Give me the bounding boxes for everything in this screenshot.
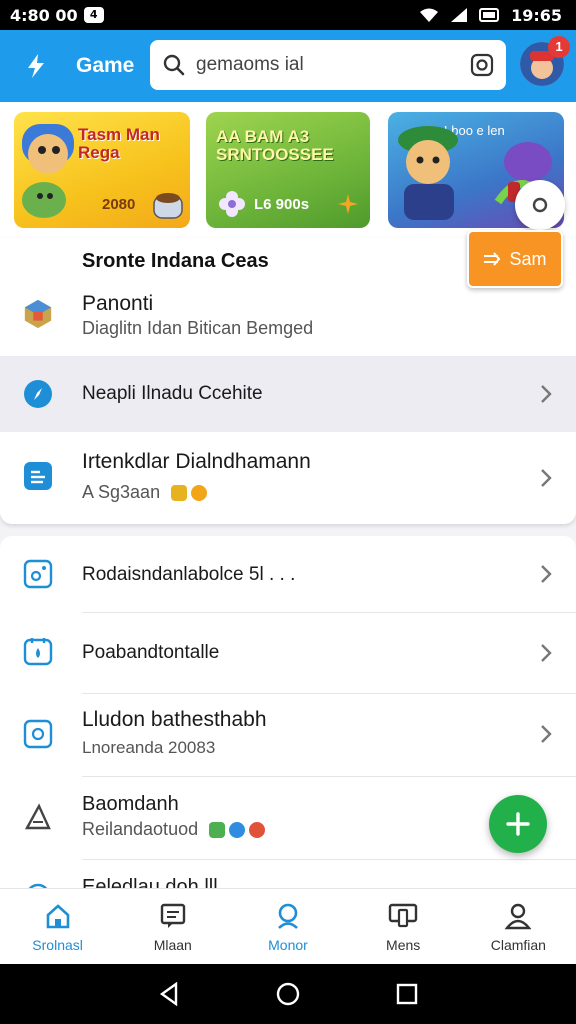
list-item[interactable]: Rodaisndanlabolce 5l . . . [0, 536, 576, 612]
reward-icons [171, 485, 208, 502]
avatar-badge: 1 [548, 36, 570, 58]
green-gem-icon [209, 822, 226, 839]
profile-icon [503, 901, 533, 931]
hero-character-icon [398, 126, 458, 220]
wifi-icon [420, 8, 439, 22]
banner-card[interactable]: Tasm Man Rega 2080 [14, 112, 190, 228]
settings-list-card: Rodaisndanlabolce 5l . . . Poabandtontal… [0, 536, 576, 909]
chevron-right-icon [536, 564, 556, 584]
list-item[interactable]: Lludon bathesthabh Lnoreanda 20083 [0, 694, 576, 776]
chevron-right-icon [536, 468, 556, 488]
badge-frame-icon [22, 718, 54, 750]
flower-icon [219, 191, 245, 217]
signal-icon [451, 8, 468, 22]
nav-label: Clamfian [490, 937, 546, 953]
nav-label: Monor [268, 937, 308, 953]
game-cube-icon [22, 298, 54, 330]
search-icon [273, 901, 303, 931]
list-item-title: Baomdanh [82, 793, 179, 815]
chevron-right-icon [536, 384, 556, 404]
banner-card[interactable]: AA BAM A3 SRNTOOSSEE L6 900s [206, 112, 370, 228]
coin-icon [191, 485, 208, 502]
search-bar[interactable] [150, 40, 506, 90]
devices-icon [388, 901, 418, 931]
list-item-title: Panonti [82, 292, 154, 315]
list-item[interactable]: Irtenkdlar Dialndhamann A Sg3aan [0, 438, 576, 518]
list-item-title: Rodaisndanlabolce 5l . . . [82, 564, 296, 585]
list-item-subtitle: Lnoreanda 20083 [82, 738, 216, 757]
chevron-right-icon [536, 724, 556, 744]
ruler-triangle-icon [22, 801, 54, 833]
nav-label: Srolnasl [32, 937, 83, 953]
camera-frame-icon [22, 558, 54, 590]
nav-label: Mens [386, 937, 421, 953]
notification-badge: 4 [83, 7, 104, 23]
camera-icon[interactable] [470, 53, 494, 77]
add-button[interactable] [489, 795, 547, 853]
search-input[interactable] [196, 54, 466, 76]
gold-box-icon [171, 485, 188, 502]
status-left-text: 4:80 00 [10, 5, 78, 25]
list-item[interactable]: Neapli Ilnadu Ccehite [0, 356, 576, 432]
nav-item-home[interactable]: Srolnasl [0, 889, 115, 965]
treasure-pot-icon [153, 193, 183, 219]
system-navigation [0, 964, 576, 1024]
compass-icon [22, 378, 54, 410]
list-item[interactable]: Poabandtontalle [0, 613, 576, 693]
list-item-subtitle-text: Reilandaotuod [82, 819, 199, 839]
receipt-icon [22, 460, 54, 492]
nav-item-chat[interactable]: Mlaan [115, 889, 230, 965]
circle-icon [532, 197, 548, 213]
nav-label: Mlaan [153, 937, 192, 953]
list-item-subtitle: Reilandaotuod [82, 819, 266, 840]
reward-icons [209, 822, 266, 839]
avatar[interactable]: 1 [520, 36, 570, 86]
search-icon [163, 54, 185, 76]
lightning-logo-icon[interactable] [14, 44, 58, 88]
banner-carousel: Tasm Man Rega 2080 AA BAM A3 SRNTOOSSEE … [0, 102, 576, 238]
app-screen: 4:80 00 4 19:65 Game 1 Tasm Man Rega [0, 0, 576, 1024]
chevron-right-icon [536, 643, 556, 663]
list-item-title: Poabandtontalle [82, 642, 220, 663]
blue-gem-icon [229, 822, 246, 839]
lock-frame-icon [22, 635, 54, 667]
nav-item-profile[interactable]: Clamfian [461, 889, 576, 965]
app-bar: Game 1 [0, 30, 576, 102]
home-circle-icon[interactable] [274, 980, 302, 1008]
scroll-fab[interactable] [515, 180, 565, 230]
banner-title: AA BAM A3 SRNTOOSSEE [216, 127, 334, 164]
list-item-title: Lludon bathesthabh [82, 708, 267, 731]
nav-item-search[interactable]: Monor [230, 889, 345, 965]
banner-subtitle: 2080 [102, 196, 136, 213]
battery-icon [479, 8, 500, 22]
status-time: 19:65 [511, 5, 562, 25]
banner-subtitle: L6 900s [254, 196, 310, 213]
cartoon-character-icon [22, 124, 74, 218]
status-bar: 4:80 00 4 19:65 [0, 0, 576, 30]
list-item-subtitle: A Sg3aan [82, 482, 208, 503]
sam-button[interactable]: Sam [467, 230, 563, 288]
list-item-subtitle: Diaglitn Idan Bitican Bemged [82, 318, 314, 338]
bottom-navigation: Srolnasl Mlaan Monor Mens Clamfian [0, 888, 576, 964]
recents-icon[interactable] [393, 980, 421, 1008]
home-icon [43, 901, 73, 931]
arrow-right-icon [484, 252, 501, 266]
nav-item-devices[interactable]: Mens [346, 889, 461, 965]
list-item[interactable]: Panonti Diaglitn Idan Bitican Bemged [0, 278, 576, 354]
plus-icon [506, 812, 530, 836]
banner-title: Tasm Man Rega [78, 125, 160, 162]
list-item-subtitle-text: A Sg3aan [82, 482, 161, 502]
list-item-title: Neapli Ilnadu Ccehite [82, 383, 263, 404]
sparkle-icon [338, 194, 358, 214]
chat-icon [158, 901, 188, 931]
section-title: Sronte Indana Ceas [82, 250, 269, 272]
back-icon[interactable] [155, 980, 183, 1008]
list-item-title: Irtenkdlar Dialndhamann [82, 450, 311, 473]
app-title: Game [76, 54, 135, 77]
sam-button-label: Sam [509, 248, 547, 269]
red-gem-icon [249, 822, 266, 839]
